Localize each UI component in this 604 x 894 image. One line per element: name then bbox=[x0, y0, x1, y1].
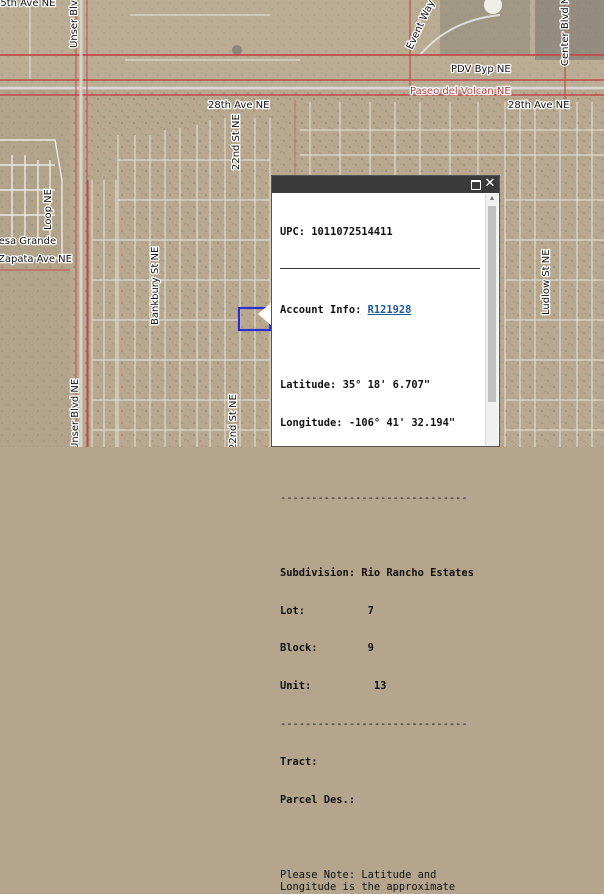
latitude-value: 35° 18' 6.707" bbox=[343, 379, 431, 391]
tract-label: Tract: bbox=[280, 756, 318, 768]
dashes-separator-1: ------------------------------ bbox=[280, 492, 480, 505]
label-mesa-grande: Mesa Grande bbox=[0, 236, 56, 247]
popup-divider bbox=[280, 268, 480, 269]
longitude-value: -106° 41' 32.194" bbox=[349, 417, 455, 429]
account-link[interactable]: R121928 bbox=[368, 304, 412, 316]
label-22nd-st-south: 22nd St NE bbox=[228, 394, 239, 447]
block-label: Block: bbox=[280, 642, 318, 654]
popup-content: UPC: 1011072514411 Account Info: R121928… bbox=[280, 201, 480, 894]
label-unser-blvd-north: Unser Blvd bbox=[69, 0, 80, 48]
label-bankbury-st: Bankbury St NE bbox=[150, 247, 161, 325]
popup-pointer bbox=[258, 302, 272, 326]
label-paseo-del-volcan: Paseo del Volcan NE bbox=[410, 86, 511, 97]
latitude-label: Latitude: bbox=[280, 379, 336, 391]
account-label: Account Info: bbox=[280, 304, 361, 316]
label-loop: Loop NE bbox=[43, 189, 54, 230]
unit-value: 13 bbox=[374, 680, 387, 692]
label-28th-ave-east: 28th Ave NE bbox=[508, 100, 569, 111]
label-25th-ave: 25th Ave NE bbox=[0, 0, 55, 9]
block-value: 9 bbox=[368, 642, 374, 654]
parcel-info-popup: ✕ UPC: 1011072514411 Account Info: R1219… bbox=[271, 175, 500, 447]
popup-header: ✕ bbox=[272, 176, 499, 193]
label-ludlow-st: Ludlow St NE bbox=[541, 249, 552, 315]
coordinate-note: Please Note: Latitude and Longitude is t… bbox=[280, 869, 480, 894]
parcel-des-label: Parcel Des.: bbox=[280, 794, 355, 806]
label-28th-ave-west: 28th Ave NE bbox=[208, 100, 269, 111]
label-center-blvd: Center Blvd NE bbox=[560, 0, 571, 66]
label-unser-blvd-south: Unser Blvd NE bbox=[70, 379, 81, 447]
popup-scrollbar[interactable]: ▲ bbox=[485, 194, 498, 446]
unit-label: Unit: bbox=[280, 680, 311, 692]
longitude-label: Longitude: bbox=[280, 417, 343, 429]
upc-label: UPC: bbox=[280, 226, 305, 238]
subdivision-label: Subdivision: bbox=[280, 567, 355, 579]
upc-value: 1011072514411 bbox=[311, 226, 392, 238]
lot-label: Lot: bbox=[280, 605, 305, 617]
scroll-up-icon[interactable]: ▲ bbox=[488, 195, 496, 203]
dashes-separator-2: ------------------------------ bbox=[280, 718, 480, 731]
label-pdv-byp: PDV Byp NE bbox=[451, 64, 511, 75]
maximize-icon[interactable] bbox=[469, 177, 483, 191]
terrain-tint-west bbox=[0, 90, 70, 447]
label-zapata-ave: Zapata Ave NE bbox=[0, 254, 72, 265]
subdivision-value: Rio Rancho Estates bbox=[361, 567, 474, 579]
lot-value: 7 bbox=[368, 605, 374, 617]
close-icon[interactable]: ✕ bbox=[483, 177, 497, 191]
scrollbar-thumb[interactable] bbox=[488, 206, 496, 402]
label-22nd-st: 22nd St NE bbox=[231, 114, 242, 170]
